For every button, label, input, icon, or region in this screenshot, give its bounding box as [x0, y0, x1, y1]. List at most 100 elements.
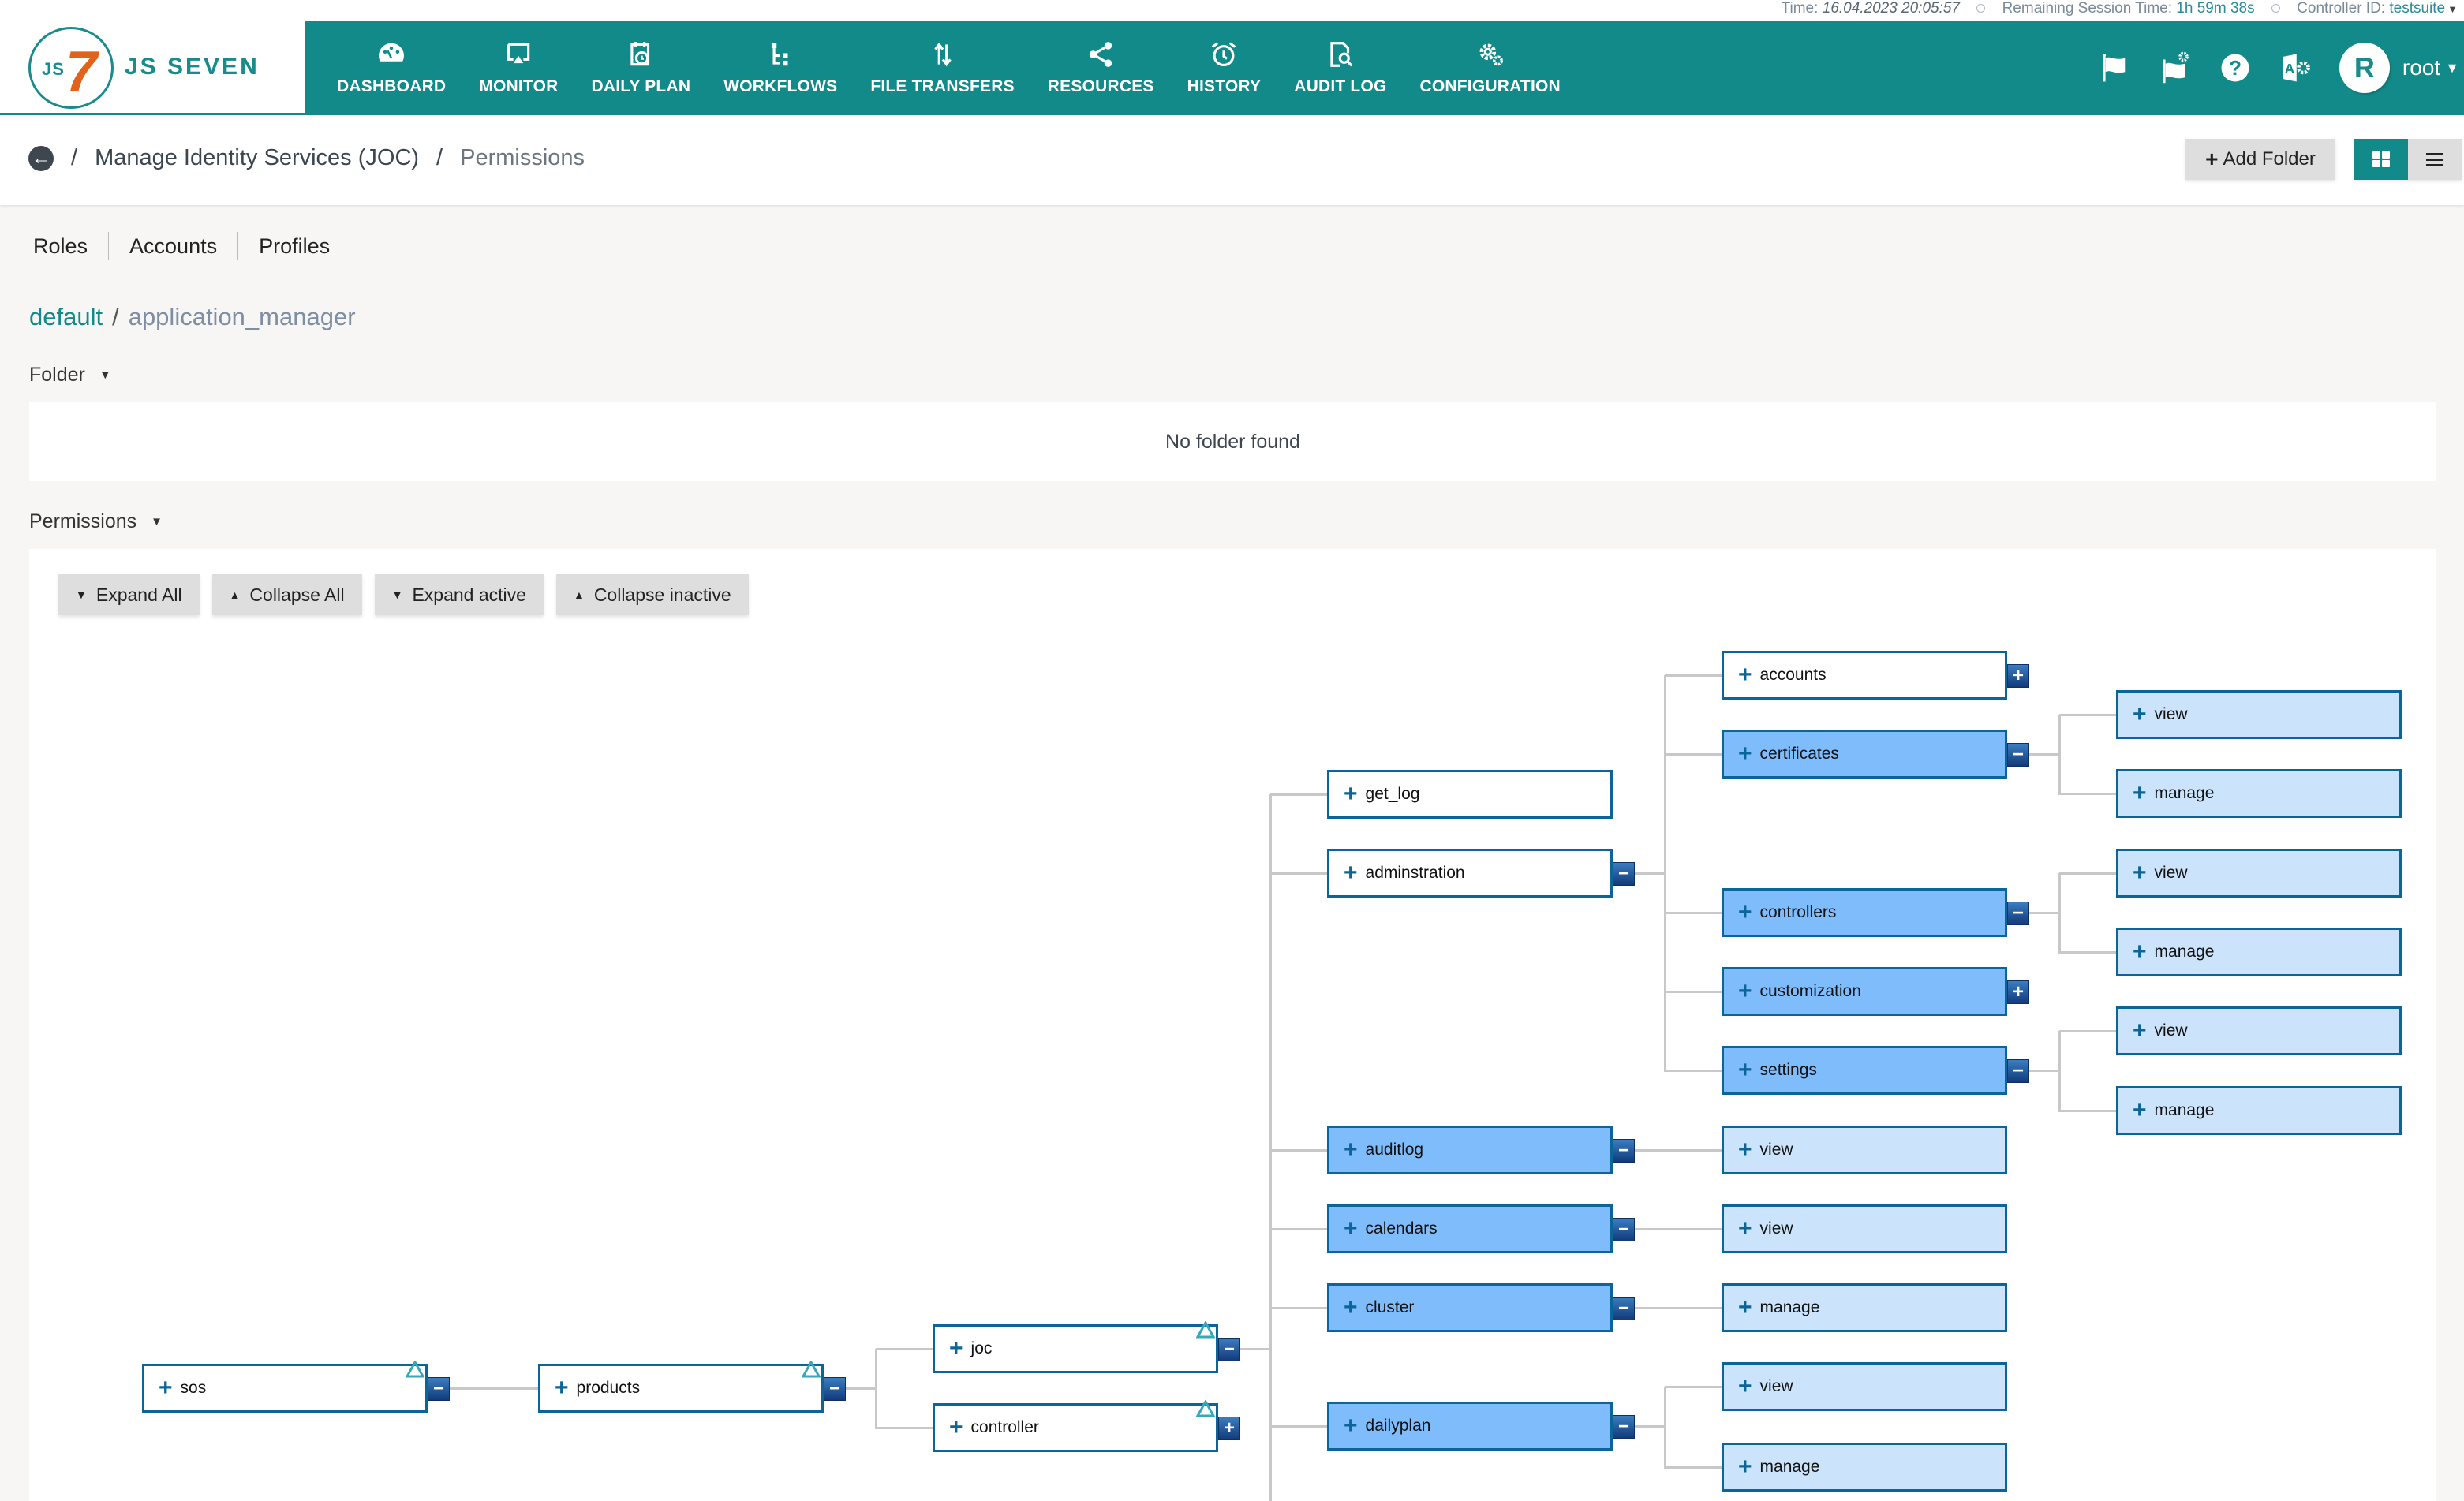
tree-node-set-manage[interactable]: + manage	[2116, 1086, 2402, 1135]
add-permission-icon[interactable]: +	[1344, 782, 1358, 806]
tab-roles[interactable]: Roles	[33, 232, 108, 260]
tree-node-get-log[interactable]: + get_log	[1327, 770, 1613, 819]
add-permission-icon[interactable]: +	[2133, 1099, 2147, 1122]
access-settings-icon[interactable]: A	[2278, 50, 2313, 85]
add-permission-icon[interactable]: +	[555, 1376, 569, 1400]
tree-node-sos[interactable]: + sos	[142, 1364, 428, 1413]
tree-node-controller[interactable]: + controller	[933, 1403, 1218, 1452]
tree-node-cert-view[interactable]: + view	[2116, 690, 2402, 739]
breadcrumb-manage-identity-services[interactable]: Manage Identity Services (JOC)	[95, 145, 419, 171]
nav-audit-log[interactable]: AUDIT LOG	[1277, 21, 1403, 115]
add-permission-icon[interactable]: +	[2133, 1019, 2147, 1043]
tree-node-joc[interactable]: + joc	[933, 1324, 1218, 1373]
add-permission-icon[interactable]: +	[2133, 782, 2147, 805]
add-permission-icon[interactable]: +	[2133, 940, 2147, 964]
add-permission-icon[interactable]: +	[159, 1376, 173, 1400]
tree-node-certificates[interactable]: + certificates	[1722, 730, 2007, 779]
add-permission-icon[interactable]: +	[949, 1337, 963, 1361]
add-permission-icon[interactable]: +	[1738, 1138, 1752, 1162]
add-permission-icon[interactable]: +	[1738, 1375, 1752, 1398]
nav-file-transfers[interactable]: FILE TRANSFERS	[854, 21, 1030, 115]
expand-node-icon[interactable]: +	[2007, 664, 2029, 688]
collapse-node-icon[interactable]: −	[1613, 1297, 1635, 1320]
tree-node-al-view[interactable]: + view	[1722, 1126, 2007, 1174]
tree-node-customization[interactable]: + customization	[1722, 967, 2007, 1016]
tree-node-cal-view[interactable]: + view	[1722, 1204, 2007, 1253]
nav-workflows[interactable]: WORKFLOWS	[707, 21, 854, 115]
help-icon[interactable]: ?	[2218, 50, 2253, 85]
collapse-node-icon[interactable]: −	[1218, 1338, 1240, 1361]
collapse-all-button[interactable]: ▲ Collapse All	[211, 574, 362, 615]
tree-node-cluster[interactable]: + cluster	[1327, 1283, 1613, 1332]
tab-accounts[interactable]: Accounts	[108, 232, 237, 260]
tree-node-settings[interactable]: + settings	[1722, 1046, 2007, 1095]
expand-node-icon[interactable]: +	[2007, 980, 2029, 1004]
add-permission-icon[interactable]: +	[1738, 901, 1752, 924]
path-root-link[interactable]: default	[29, 303, 103, 330]
collapse-node-icon[interactable]: −	[1613, 1218, 1635, 1241]
nav-monitor[interactable]: MONITOR	[462, 21, 574, 115]
flag-icon[interactable]	[2098, 50, 2133, 85]
add-permission-icon[interactable]: +	[2133, 703, 2147, 726]
add-permission-icon[interactable]: +	[1738, 1217, 1752, 1241]
folder-section-toggle[interactable]: Folder ▼	[29, 364, 111, 386]
tree-node-calendars[interactable]: + calendars	[1327, 1204, 1613, 1253]
nav-history[interactable]: HISTORY	[1171, 21, 1278, 115]
add-permission-icon[interactable]: +	[1738, 663, 1752, 687]
tree-node-dp-manage[interactable]: + manage	[1722, 1443, 2007, 1492]
add-permission-icon[interactable]: +	[949, 1416, 963, 1439]
collapse-node-icon[interactable]: −	[2007, 902, 2029, 925]
add-permission-icon[interactable]: +	[1344, 1138, 1358, 1162]
warning-triangle-icon[interactable]	[406, 1361, 424, 1378]
list-view-button[interactable]	[2408, 139, 2462, 180]
warning-triangle-icon[interactable]	[1196, 1400, 1215, 1417]
avatar[interactable]: R	[2339, 43, 2390, 93]
tree-node-ctrl-manage[interactable]: + manage	[2116, 928, 2402, 976]
tree-node-accounts[interactable]: + accounts	[1722, 651, 2007, 700]
tree-node-cl-manage[interactable]: + manage	[1722, 1283, 2007, 1332]
tree-node-ctrl-view[interactable]: + view	[2116, 849, 2402, 898]
collapse-node-icon[interactable]: −	[1613, 1415, 1635, 1439]
expand-all-button[interactable]: ▼ Expand All	[58, 574, 200, 615]
collapse-node-icon[interactable]: −	[1613, 1139, 1635, 1163]
add-permission-icon[interactable]: +	[1738, 742, 1752, 766]
chevron-down-icon[interactable]: ▼	[2447, 3, 2458, 15]
user-menu[interactable]: root ▼	[2402, 55, 2459, 80]
add-permission-icon[interactable]: +	[1738, 980, 1752, 1003]
warning-triangle-icon[interactable]	[802, 1361, 821, 1378]
collapse-node-icon[interactable]: −	[2007, 743, 2029, 767]
tree-node-products[interactable]: + products	[538, 1364, 824, 1413]
nav-dashboard[interactable]: DASHBOARD	[320, 21, 462, 115]
logo[interactable]: JS 7 JS SEVEN	[0, 21, 305, 115]
tree-node-cert-manage[interactable]: + manage	[2116, 769, 2402, 818]
expand-node-icon[interactable]: +	[1218, 1417, 1240, 1440]
back-arrow-icon[interactable]: ←	[28, 145, 54, 171]
permissions-section-toggle[interactable]: Permissions ▼	[29, 510, 163, 533]
collapse-inactive-button[interactable]: ▲ Collapse inactive	[555, 574, 749, 615]
nav-daily-plan[interactable]: DAILY PLAN	[575, 21, 708, 115]
add-permission-icon[interactable]: +	[1344, 1296, 1358, 1320]
tree-node-controllers[interactable]: + controllers	[1722, 888, 2007, 937]
tab-profiles[interactable]: Profiles	[237, 232, 350, 260]
nav-resources[interactable]: RESOURCES	[1031, 21, 1171, 115]
flag-settings-icon[interactable]	[2158, 50, 2193, 85]
tree-node-dailyplan[interactable]: + dailyplan	[1327, 1402, 1613, 1451]
tree-node-auditlog[interactable]: + auditlog	[1327, 1126, 1613, 1174]
nav-configuration[interactable]: CONFIGURATION	[1404, 21, 1577, 115]
add-folder-button[interactable]: + Add Folder	[2185, 139, 2335, 180]
tree-node-adminstration[interactable]: + adminstration	[1327, 849, 1613, 898]
add-permission-icon[interactable]: +	[1344, 861, 1358, 885]
warning-triangle-icon[interactable]	[1196, 1321, 1215, 1339]
collapse-node-icon[interactable]: −	[1613, 862, 1635, 886]
grid-view-button[interactable]	[2354, 139, 2408, 180]
add-permission-icon[interactable]: +	[1738, 1059, 1752, 1082]
collapse-node-icon[interactable]: −	[428, 1377, 450, 1401]
add-permission-icon[interactable]: +	[1344, 1217, 1358, 1241]
expand-active-button[interactable]: ▼ Expand active	[374, 574, 544, 615]
controller-id-dropdown[interactable]: testsuite	[2389, 0, 2445, 17]
collapse-node-icon[interactable]: −	[2007, 1059, 2029, 1083]
add-permission-icon[interactable]: +	[1344, 1414, 1358, 1438]
add-permission-icon[interactable]: +	[1738, 1296, 1752, 1320]
add-permission-icon[interactable]: +	[2133, 861, 2147, 885]
collapse-node-icon[interactable]: −	[824, 1377, 846, 1401]
